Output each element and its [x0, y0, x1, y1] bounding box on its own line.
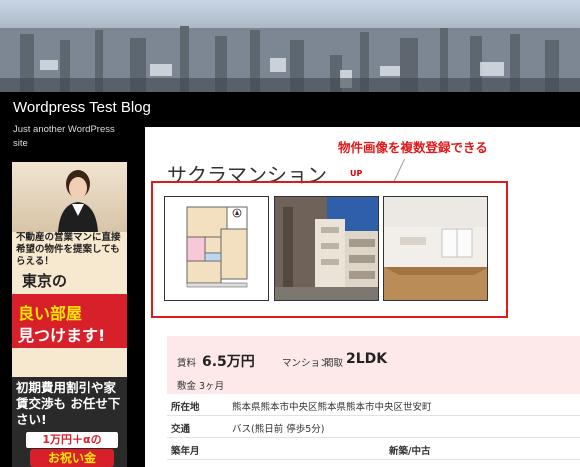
ad-person-image [58, 170, 98, 232]
ad-celebrate-badge: お祝い金 [30, 449, 114, 467]
ad-copy-text: 不動産の営業マンに直接 希望の物件を提案してもらえる！ [16, 232, 121, 267]
spec-value: バス(熊日前 停歩5分) [232, 424, 325, 435]
table-row: 築年月 新築/中古 [167, 438, 580, 460]
building-type-label: マンション [282, 358, 330, 369]
ad-bottom-copy: 初期費用割引や家賃交渉も お任せ下さい! [16, 380, 121, 427]
ad-headline-2: 見つけます! [18, 326, 106, 345]
floorplan-icon [165, 197, 268, 300]
table-row: 所在地 熊本県熊本市中央区熊本県熊本市中央区世安町 [167, 394, 580, 416]
annotation-pointer-line [393, 159, 405, 182]
sidebar-ad-banner[interactable]: 不動産の営業マンに直接 希望の物件を提案してもらえる！ 東京の 良い部屋 見つけ… [12, 162, 127, 467]
spec-label: 所在地 [171, 402, 200, 413]
rent-label: 賃料 [177, 358, 197, 369]
ad-tokyo-text: 東京の [22, 272, 68, 290]
blog-tagline: Just another WordPress site [13, 124, 115, 149]
property-image-exterior[interactable] [274, 196, 379, 301]
property-image-floorplan[interactable] [164, 196, 269, 301]
blog-title-link[interactable]: Wordpress Test Blog [13, 99, 151, 116]
price-summary-box: 賃料 6.5万円 マンション 間取 2LDK 敷金 3ヶ月 [167, 336, 580, 394]
header-banner-image [0, 0, 580, 92]
spec-label-secondary: 新築/中古 [389, 446, 431, 457]
building-photo [275, 197, 378, 300]
spec-value: 熊本県熊本市中央区熊本県熊本市中央区世安町 [232, 402, 432, 413]
main-content: 物件画像を複数登録できる サクラマンション UP 賃料 6.5万円 マンション … [145, 127, 580, 467]
interior-photo [384, 197, 487, 300]
up-badge: UP [350, 169, 363, 178]
property-image-interior[interactable] [383, 196, 488, 301]
deposit-text: 敷金 3ヶ月 [177, 381, 225, 392]
city-skyline-image [0, 0, 580, 92]
ad-headline-1: 良い部屋 [18, 304, 83, 323]
spec-label: 築年月 [171, 446, 200, 457]
annotation-callout: 物件画像を複数登録できる [338, 140, 488, 155]
layout-label: 間取 [324, 358, 344, 369]
layout-value: 2LDK [346, 351, 388, 367]
table-row: 交通 バス(熊日前 停歩5分) [167, 416, 580, 438]
ad-yen-badge: 1万円＋αの [26, 432, 118, 448]
spec-label: 交通 [171, 424, 191, 435]
rent-value: 6.5万円 [202, 354, 255, 370]
